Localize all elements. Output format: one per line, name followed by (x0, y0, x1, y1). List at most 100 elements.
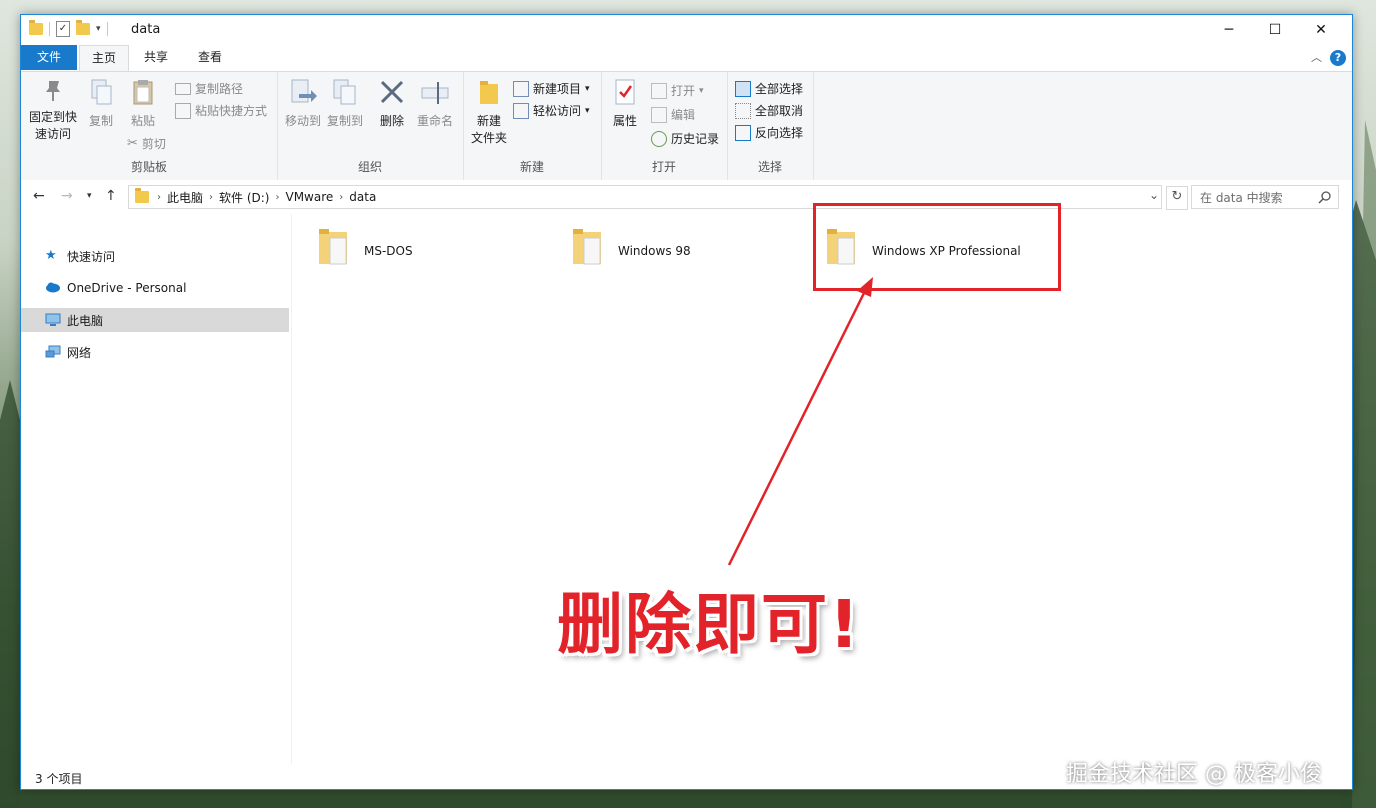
breadcrumb-chevron-icon[interactable]: › (209, 192, 213, 203)
rename-label: 重命名 (416, 114, 453, 128)
open-group: 属性 打开 ▾ 编辑 历史记录 打开 (601, 72, 728, 180)
cut-label: 剪切 (141, 137, 166, 151)
edit-icon (651, 106, 667, 123)
tab-file[interactable]: 文件 (21, 45, 77, 70)
paste-shortcut-icon (175, 102, 191, 119)
refresh-icon[interactable]: ↻ (1166, 186, 1188, 210)
history-button[interactable]: 历史记录 (651, 130, 719, 147)
organize-group: 移动到 复制到 删除 重命名 组织 (277, 72, 464, 180)
select-all-icon (735, 80, 751, 97)
search-input[interactable]: 在 data 中搜索 (1200, 189, 1318, 206)
tab-view[interactable]: 查看 (185, 45, 235, 70)
paste-shortcut-button[interactable]: 粘贴快捷方式 (175, 102, 267, 119)
select-none-icon (735, 102, 751, 119)
delete-x-icon (380, 80, 404, 104)
open-button[interactable]: 打开 ▾ (651, 82, 704, 99)
history-label: 历史记录 (671, 132, 720, 146)
edit-label: 编辑 (671, 108, 696, 122)
edit-button[interactable]: 编辑 (651, 106, 695, 123)
new-group: 新建 文件夹 新建项目 ▾ 轻松访问 ▾ 新建 (463, 72, 602, 180)
move-to-button[interactable]: 移动到 (283, 78, 323, 129)
collapse-ribbon-icon[interactable]: ︿ (1311, 49, 1322, 65)
item-count: 3 个项目 (35, 772, 83, 786)
chevron-down-icon: ▾ (585, 105, 590, 116)
properties-label: 属性 (612, 114, 637, 128)
breadcrumb-chevron-icon[interactable]: › (157, 192, 161, 203)
properties-icon (615, 79, 635, 105)
ribbon: 固定到快 速访问 复制 粘贴 复制路径 粘贴快捷方式 ✂ 剪切 剪贴板 移动到 … (21, 71, 1352, 181)
pin-label-1: 固定到快 (28, 110, 77, 124)
tab-home[interactable]: 主页 (79, 45, 129, 72)
select-group-label: 选择 (757, 160, 782, 174)
nav-item-onedrive[interactable]: OneDrive - Personal (21, 276, 289, 300)
forward-arrow-icon[interactable]: → (61, 188, 73, 204)
folder-item-windows-98[interactable]: Windows 98 (572, 224, 691, 276)
new-item-button[interactable]: 新建项目 ▾ (513, 80, 590, 97)
pin-quick-access-button[interactable]: 固定到快 速访问 (27, 78, 79, 142)
back-arrow-icon[interactable]: ← (33, 188, 45, 204)
highlight-box (813, 203, 1061, 291)
delete-button[interactable]: 删除 (375, 78, 409, 129)
cloud-icon (45, 281, 61, 295)
properties-qa-icon[interactable]: ✓ (56, 21, 70, 37)
select-group: 全部选择 全部取消 反向选择 选择 (727, 72, 814, 180)
select-none-button[interactable]: 全部取消 (735, 102, 803, 119)
copy-to-button[interactable]: 复制到 (325, 78, 365, 129)
customize-qa-chevron-icon[interactable]: ▾ (96, 24, 101, 34)
copy-label: 复制 (88, 114, 113, 128)
rename-button[interactable]: 重命名 (415, 78, 455, 129)
breadcrumb-this-pc[interactable]: 此电脑 (167, 189, 203, 206)
search-box[interactable]: 在 data 中搜索 (1191, 185, 1339, 209)
breadcrumb-vmware[interactable]: VMware (285, 190, 333, 204)
tab-share[interactable]: 共享 (131, 45, 181, 70)
copy-button[interactable]: 复制 (83, 78, 119, 129)
new-folder-button[interactable]: 新建 文件夹 (467, 78, 511, 146)
divider (106, 22, 108, 36)
navigation-bar: ← → ▾ ↑ › 此电脑 › 软件 (D:) › VMware › data … (21, 180, 1352, 214)
breadcrumb-chevron-icon[interactable]: › (275, 192, 279, 203)
breadcrumb-data[interactable]: data (349, 190, 376, 204)
maximize-button[interactable]: ☐ (1252, 15, 1298, 45)
nav-item-network[interactable]: 网络 (21, 340, 289, 364)
ribbon-tabs: 文件 主页 共享 查看 ︿ ? (21, 45, 1352, 72)
address-history-chevron-icon[interactable]: ⌄ (1145, 188, 1163, 202)
network-icon (45, 345, 61, 359)
folder-name: MS-DOS (364, 244, 413, 258)
close-button[interactable]: ✕ (1298, 15, 1344, 45)
quick-access-toolbar: ✓ ▾ (29, 20, 108, 37)
properties-button[interactable]: 属性 (607, 78, 643, 129)
chevron-down-icon: ▾ (699, 85, 704, 96)
pin-icon (46, 81, 60, 101)
copy-to-icon (333, 79, 356, 105)
invert-selection-button[interactable]: 反向选择 (735, 124, 803, 141)
organize-group-label: 组织 (357, 160, 382, 174)
copy-path-button[interactable]: 复制路径 (175, 80, 243, 97)
up-arrow-icon[interactable]: ↑ (105, 188, 117, 204)
easy-access-label: 轻松访问 (533, 104, 582, 118)
new-folder-qa-icon[interactable] (76, 20, 90, 35)
select-all-label: 全部选择 (755, 82, 804, 96)
copy-icon (91, 79, 112, 105)
open-group-label: 打开 (651, 160, 676, 174)
copy-to-label: 复制到 (326, 114, 363, 128)
new-group-label: 新建 (519, 160, 544, 174)
nav-item-label: 快速访问 (67, 249, 116, 264)
select-all-button[interactable]: 全部选择 (735, 80, 803, 97)
nav-item-this-pc[interactable]: 此电脑 (21, 308, 289, 332)
breadcrumb-chevron-icon[interactable]: › (339, 192, 343, 203)
easy-access-button[interactable]: 轻松访问 ▾ (513, 102, 590, 119)
easy-access-icon (513, 102, 529, 119)
minimize-button[interactable]: ─ (1206, 15, 1252, 45)
folder-item-ms-dos[interactable]: MS-DOS (318, 224, 413, 276)
paste-button[interactable]: 粘贴 (125, 78, 161, 129)
cut-button[interactable]: ✂ 剪切 (127, 135, 166, 152)
recent-locations-chevron-icon[interactable]: ▾ (87, 191, 92, 201)
new-folder-label-1: 新建 (476, 114, 501, 128)
breadcrumb-drive-d[interactable]: 软件 (D:) (219, 189, 269, 206)
nav-item-quick-access[interactable]: ★ 快速访问 (21, 244, 289, 268)
delete-label: 删除 (379, 114, 404, 128)
computer-icon (45, 313, 61, 327)
help-icon[interactable]: ? (1330, 50, 1346, 66)
clipboard-group: 固定到快 速访问 复制 粘贴 复制路径 粘贴快捷方式 ✂ 剪切 剪贴板 (21, 72, 278, 180)
chevron-down-icon: ▾ (585, 83, 590, 94)
